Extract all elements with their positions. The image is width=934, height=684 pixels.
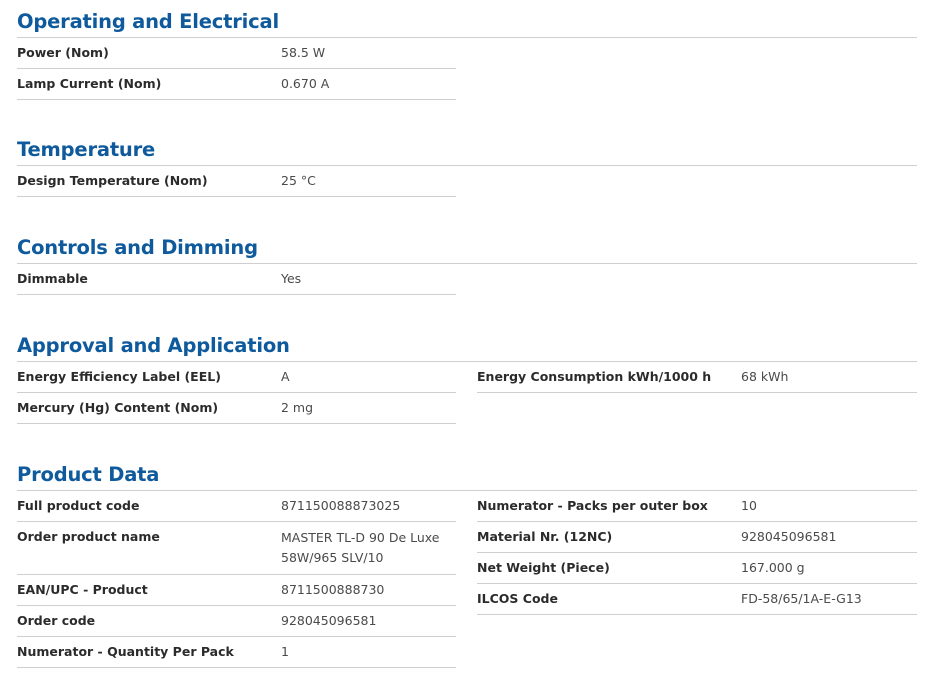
- spec-label: Order code: [17, 613, 96, 628]
- spec-column-left: Full product code 871150088873025 Order …: [17, 491, 456, 668]
- spec-row: Net Weight (Piece) 167.000 g: [477, 553, 917, 584]
- section-title: Temperature: [17, 138, 917, 166]
- spec-label: Mercury (Hg) Content (Nom): [17, 400, 219, 415]
- spec-value: FD-58/65/1A-E-G13: [741, 591, 862, 606]
- spec-label: Numerator - Packs per outer box: [477, 498, 708, 513]
- spec-label: Energy Consumption kWh/1000 h: [477, 369, 712, 384]
- spec-row: Material Nr. (12NC) 928045096581: [477, 522, 917, 553]
- spec-value: 10: [741, 498, 757, 513]
- section-title: Product Data: [17, 463, 917, 491]
- spec-column-left: Energy Efficiency Label (EEL) A Mercury …: [17, 362, 456, 424]
- spec-row: Lamp Current (Nom) 0.670 A: [17, 69, 456, 100]
- spec-row: Energy Efficiency Label (EEL) A: [17, 362, 456, 393]
- spec-label: Order product name: [17, 529, 160, 544]
- spec-value: 68 kWh: [741, 369, 789, 384]
- spec-row: Order code 928045096581: [17, 606, 456, 637]
- spec-value: A: [281, 369, 290, 384]
- spec-label: Material Nr. (12NC): [477, 529, 613, 544]
- section-product-data: Product Data Full product code 871150088…: [17, 463, 917, 681]
- spec-value: 871150088873025: [281, 498, 401, 513]
- spec-row: Mercury (Hg) Content (Nom) 2 mg: [17, 393, 456, 424]
- spec-value: MASTER TL-D 90 De Luxe 58W/965 SLV/10: [281, 530, 440, 565]
- spec-row: Energy Consumption kWh/1000 h 68 kWh: [477, 362, 917, 393]
- spec-row: Full product code 871150088873025: [17, 491, 456, 522]
- section-title: Approval and Application: [17, 334, 917, 362]
- spec-value: 2 mg: [281, 400, 314, 415]
- spec-row: Numerator - Packs per outer box 10: [477, 491, 917, 522]
- section-approval-application: Approval and Application Energy Efficien…: [17, 334, 917, 427]
- spec-column-right: Numerator - Packs per outer box 10 Mater…: [477, 491, 917, 615]
- spec-value: 25 °C: [281, 173, 316, 188]
- spec-column-left: Power (Nom) 58.5 W Lamp Current (Nom) 0.…: [17, 38, 456, 100]
- spec-value: 1: [281, 644, 289, 659]
- spec-label: Lamp Current (Nom): [17, 76, 162, 91]
- spec-column-right: Energy Consumption kWh/1000 h 68 kWh: [477, 362, 917, 393]
- spec-label: Dimmable: [17, 271, 88, 286]
- spec-label: ILCOS Code: [477, 591, 558, 606]
- spec-value: 58.5 W: [281, 45, 326, 60]
- spec-label: Full product code: [17, 498, 140, 513]
- spec-label: Net Weight (Piece): [477, 560, 610, 575]
- spec-row: ILCOS Code FD-58/65/1A-E-G13: [477, 584, 917, 615]
- spec-row: Numerator - Quantity Per Pack 1: [17, 637, 456, 668]
- spec-value: 928045096581: [741, 529, 837, 544]
- spec-row: Dimmable Yes: [17, 264, 456, 295]
- section-title: Controls and Dimming: [17, 236, 917, 264]
- section-title: Operating and Electrical: [17, 10, 917, 38]
- spec-value: 8711500888730: [281, 582, 385, 597]
- spec-value: 167.000 g: [741, 560, 805, 575]
- section-controls-dimming: Controls and Dimming Dimmable Yes: [17, 236, 917, 298]
- spec-row: Order product name MASTER TL-D 90 De Lux…: [17, 522, 456, 575]
- spec-row: EAN/UPC - Product 8711500888730: [17, 575, 456, 606]
- spec-row: Power (Nom) 58.5 W: [17, 38, 456, 69]
- section-temperature: Temperature Design Temperature (Nom) 25 …: [17, 138, 917, 200]
- spec-column-left: Design Temperature (Nom) 25 °C: [17, 166, 456, 197]
- spec-row: Design Temperature (Nom) 25 °C: [17, 166, 456, 197]
- spec-label: EAN/UPC - Product: [17, 582, 148, 597]
- spec-column-left: Dimmable Yes: [17, 264, 456, 295]
- spec-value: Yes: [281, 271, 302, 286]
- spec-label: Numerator - Quantity Per Pack: [17, 644, 234, 659]
- section-operating-electrical: Operating and Electrical Power (Nom) 58.…: [17, 10, 917, 103]
- spec-value: 928045096581: [281, 613, 377, 628]
- spec-label: Energy Efficiency Label (EEL): [17, 369, 221, 384]
- spec-value: 0.670 A: [281, 76, 330, 91]
- spec-label: Design Temperature (Nom): [17, 173, 208, 188]
- spec-label: Power (Nom): [17, 45, 109, 60]
